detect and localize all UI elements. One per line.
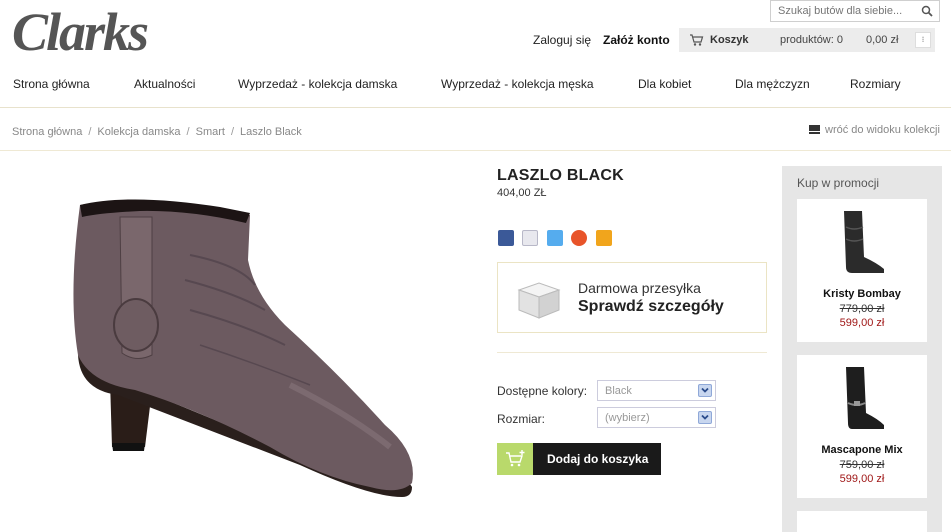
search-input[interactable] [771,1,911,21]
promo-product-card[interactable] [797,511,927,532]
cart-toggle-button[interactable]: ⁝ [915,32,931,48]
cart-icon [690,34,704,46]
back-to-collection-link[interactable]: wróć do widoku kolekcji [809,124,940,136]
search-icon[interactable] [921,5,933,17]
promo-title: Kup w promocji [797,176,880,190]
promo-new-price: 599,00 zł [839,473,885,485]
divider [0,150,951,151]
main-nav: Strona główna Aktualności Wyprzedaż - ko… [0,70,951,108]
color-select[interactable]: Black [597,380,716,401]
nav-item-sizes[interactable]: Rozmiary [850,77,901,91]
promo-product-card[interactable]: Kristy Bombay 779,00 zł 599,00 zł [797,199,927,342]
blip-icon[interactable] [571,230,588,246]
nav-item-sale-women[interactable]: Wyprzedaż - kolekcja damska [238,77,397,91]
breadcrumb-item[interactable]: Strona główna [12,126,82,138]
clarks-logo[interactable]: Clarks [12,4,188,56]
register-link[interactable]: Załóż konto [603,33,670,47]
cart-count: produktów: 0 [780,34,843,46]
chevron-down-icon[interactable] [698,411,712,424]
grid-icon [809,125,820,134]
promo-sidebar: Kup w promocji Kristy Bombay 779,00 zł 5… [782,166,942,532]
product-title: LASZLO BLACK [497,167,624,184]
shipping-line1: Darmowa przesyłka [578,280,701,296]
email-icon[interactable] [522,230,539,246]
shipping-details-link[interactable]: Sprawdź szczegóły [578,298,724,316]
chevron-down-icon[interactable] [698,384,712,397]
promo-old-price: 779,00 zł [839,303,885,315]
login-link[interactable]: Zaloguj się [533,33,591,47]
wykop-icon[interactable] [595,230,612,246]
promo-product-name: Kristy Bombay [823,288,901,300]
nav-item-sale-men[interactable]: Wyprzedaż - kolekcja męska [441,77,594,91]
breadcrumb-item[interactable]: Smart [196,126,225,138]
nav-item-news[interactable]: Aktualności [134,77,195,91]
color-select-value: Black [605,385,632,397]
promo-product-image [846,367,884,429]
promo-new-price: 599,00 zł [839,317,885,329]
add-to-cart-label: Dodaj do koszyka [547,452,649,466]
breadcrumb-current: Laszlo Black [240,126,302,138]
add-to-cart-button[interactable]: Dodaj do koszyka [497,443,661,475]
product-image[interactable] [40,185,430,532]
size-label: Rozmiar: [497,412,546,426]
promo-product-card[interactable]: Mascapone Mix 759,00 zł 599,00 zł [797,355,927,498]
twitter-icon[interactable] [546,230,563,246]
nav-item-women[interactable]: Dla kobiet [638,77,691,91]
cart-total: 0,00 zł [866,34,899,46]
nav-item-men[interactable]: Dla mężczyzn [735,77,810,91]
divider [497,352,767,353]
cart-plus-icon [497,443,533,475]
facebook-icon[interactable] [498,230,514,246]
size-select-value: (wybierz) [605,412,650,424]
product-price: 404,00 ZŁ [497,187,547,199]
promo-old-price: 759,00 zł [839,459,885,471]
cart-title: Koszyk [710,34,749,46]
social-share [498,230,616,248]
search-box[interactable] [770,0,940,22]
svg-text:Clarks: Clarks [12,4,148,56]
cart-bar[interactable]: Koszyk produktów: 0 0,00 zł ⁝ [679,28,935,52]
breadcrumb-item[interactable]: Kolekcja damska [97,126,180,138]
colors-label: Dostępne kolory: [497,384,588,398]
nav-item-home[interactable]: Strona główna [13,77,90,91]
breadcrumb: Strona główna / Kolekcja damska / Smart / Lasz… [12,126,302,138]
promo-product-name: Mascapone Mix [821,444,903,456]
box-icon [517,282,561,319]
back-link-label: wróć do widoku kolekcji [825,124,940,136]
free-shipping-banner[interactable]: Darmowa przesyłka Sprawdź szczegóły [497,262,767,333]
size-select[interactable]: (wybierz) [597,407,716,428]
promo-product-image [844,211,884,273]
